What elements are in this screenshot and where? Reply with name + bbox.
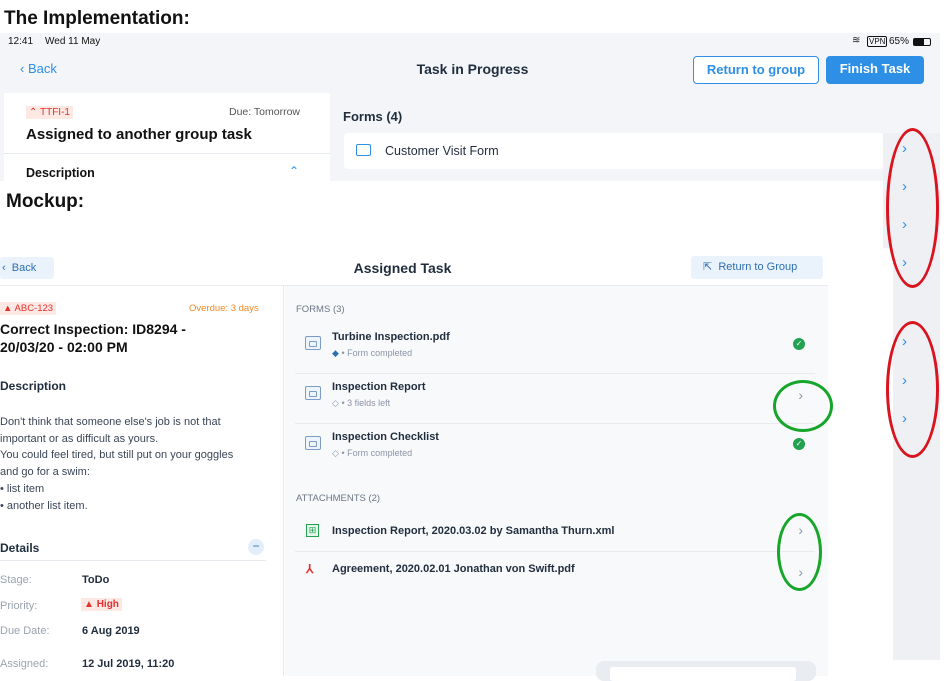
mock-task-panel: ▲ ABC-123 Overdue: 3 days Correct Inspec… bbox=[0, 286, 284, 676]
check-icon: ✓ bbox=[793, 338, 805, 350]
form-title: Inspection Checklist bbox=[332, 431, 439, 443]
mock-nav-bar: ‹ Back Assigned Task ⇱ Return to Group bbox=[0, 248, 828, 286]
status-time: 12:41 bbox=[8, 36, 34, 47]
battery-icon bbox=[913, 38, 931, 46]
form-status: ◇ • Form completed bbox=[332, 448, 413, 458]
attachment-row[interactable]: ⅄ Agreement, 2020.02.01 Jonathan von Swi… bbox=[295, 552, 815, 590]
detail-label-assigned: Assigned: bbox=[0, 658, 49, 670]
form-icon bbox=[356, 144, 371, 156]
bottom-sheet-handle bbox=[596, 661, 816, 681]
impl-forms-header: Forms (4) bbox=[343, 109, 403, 124]
vpn-badge: VPN bbox=[867, 36, 888, 47]
form-title: Inspection Report bbox=[332, 381, 426, 393]
form-status: ◆ • Form completed bbox=[332, 348, 413, 358]
collapse-icon[interactable]: − bbox=[248, 539, 264, 555]
battery-percent: 65% bbox=[889, 36, 910, 47]
form-title: Turbine Inspection.pdf bbox=[332, 331, 450, 343]
mock-return-label: Return to Group bbox=[718, 261, 798, 273]
mock-description-label: Description bbox=[0, 379, 67, 393]
chevron-up-icon[interactable]: ⌃ bbox=[289, 164, 299, 178]
wifi-icon: ≋ bbox=[852, 35, 861, 46]
impl-divider bbox=[4, 153, 330, 154]
impl-form-row[interactable]: Customer Visit Form bbox=[344, 133, 884, 169]
attachment-row[interactable]: ⊞ Inspection Report, 2020.03.02 by Saman… bbox=[295, 512, 815, 552]
impl-task-panel: ⌃ TTFI-1 Due: Tomorrow Assigned to anoth… bbox=[4, 93, 330, 181]
form-row[interactable]: Inspection Report ◇ • 3 fields left › bbox=[295, 374, 815, 424]
comment-icon: ◆ bbox=[332, 348, 339, 358]
impl-finish-button[interactable]: Finish Task bbox=[826, 56, 924, 84]
implementation-screenshot: 12:41 Wed 11 May ≋ VPN 65% ‹ Back Task i… bbox=[0, 33, 940, 181]
description-line: • another list item. bbox=[0, 499, 88, 512]
impl-task-title: Assigned to another group task bbox=[26, 126, 252, 143]
details-divider bbox=[0, 560, 266, 561]
mock-description-body: Don't think that someone else's job is n… bbox=[0, 414, 270, 514]
status-bar: 12:41 Wed 11 May ≋ VPN 65% bbox=[0, 33, 940, 51]
impl-form-title: Customer Visit Form bbox=[385, 144, 499, 158]
form-row[interactable]: Inspection Checklist ◇ • Form completed … bbox=[295, 424, 815, 474]
mock-task-title-2: 20/03/20 - 02:00 PM bbox=[0, 339, 128, 355]
detail-value-due: 6 Aug 2019 bbox=[82, 625, 140, 637]
red-annotation-ellipse-bottom bbox=[886, 321, 939, 458]
form-icon bbox=[305, 336, 321, 350]
mock-task-title-1: Correct Inspection: ID8294 - bbox=[0, 321, 186, 337]
pdf-icon: ⅄ bbox=[306, 562, 314, 576]
return-icon: ⇱ bbox=[703, 261, 713, 273]
mock-overdue: Overdue: 3 days bbox=[189, 303, 259, 314]
attachment-title: Inspection Report, 2020.03.02 by Samanth… bbox=[332, 525, 615, 537]
detail-label-stage: Stage: bbox=[0, 574, 32, 586]
description-line: Don't think that someone else's job is n… bbox=[0, 416, 221, 428]
attachment-title: Agreement, 2020.02.01 Jonathan von Swift… bbox=[332, 563, 575, 575]
mock-return-button[interactable]: ⇱ Return to Group bbox=[691, 256, 823, 279]
form-status: ◇ • 3 fields left bbox=[332, 398, 391, 408]
detail-label-priority: Priority: bbox=[0, 600, 38, 612]
description-line: • list item bbox=[0, 482, 45, 495]
impl-task-id: ⌃ TTFI-1 bbox=[26, 106, 73, 119]
description-line: important or as difficult as yours. bbox=[0, 432, 159, 445]
comment-icon: ◇ bbox=[332, 448, 339, 458]
impl-description-label: Description bbox=[26, 166, 95, 180]
check-icon: ✓ bbox=[793, 438, 805, 450]
impl-nav-bar: ‹ Back Task in Progress Return to group … bbox=[0, 51, 940, 89]
form-row[interactable]: Turbine Inspection.pdf ◆ • Form complete… bbox=[295, 324, 815, 374]
mockup-heading: Mockup: bbox=[6, 191, 85, 212]
impl-due-date: Due: Tomorrow bbox=[229, 106, 300, 118]
attachments-header: ATTACHMENTS (2) bbox=[296, 493, 381, 504]
forms-header: FORMS (3) bbox=[296, 304, 345, 315]
spreadsheet-icon: ⊞ bbox=[306, 524, 319, 537]
form-icon bbox=[305, 386, 321, 400]
green-annotation-ellipse-form bbox=[773, 380, 833, 432]
priority-badge: ▲ High bbox=[81, 598, 122, 611]
green-annotation-ellipse-attachments bbox=[777, 513, 822, 591]
impl-return-button[interactable]: Return to group bbox=[693, 56, 819, 84]
mock-forms-panel: FORMS (3) Turbine Inspection.pdf ◆ • For… bbox=[285, 286, 828, 681]
red-annotation-ellipse-top bbox=[886, 128, 939, 288]
description-line: and go for a swim: bbox=[0, 466, 90, 479]
detail-value-stage: ToDo bbox=[82, 574, 110, 586]
detail-label-due: Due Date: bbox=[0, 625, 50, 637]
mock-page-title: Assigned Task bbox=[353, 260, 452, 276]
implementation-heading: The Implementation: bbox=[4, 8, 190, 29]
detail-value-assigned: 12 Jul 2019, 11:20 bbox=[82, 658, 175, 670]
mock-task-id: ▲ ABC-123 bbox=[0, 302, 57, 315]
mock-details-label: Details bbox=[0, 541, 40, 555]
status-date: Wed 11 May bbox=[45, 36, 101, 47]
mockup-screenshot: ‹ Back Assigned Task ⇱ Return to Group ▲… bbox=[0, 248, 828, 681]
comment-icon: ◇ bbox=[332, 398, 339, 408]
description-line: You could feel tired, but still put on y… bbox=[0, 449, 234, 462]
form-icon bbox=[305, 436, 321, 450]
